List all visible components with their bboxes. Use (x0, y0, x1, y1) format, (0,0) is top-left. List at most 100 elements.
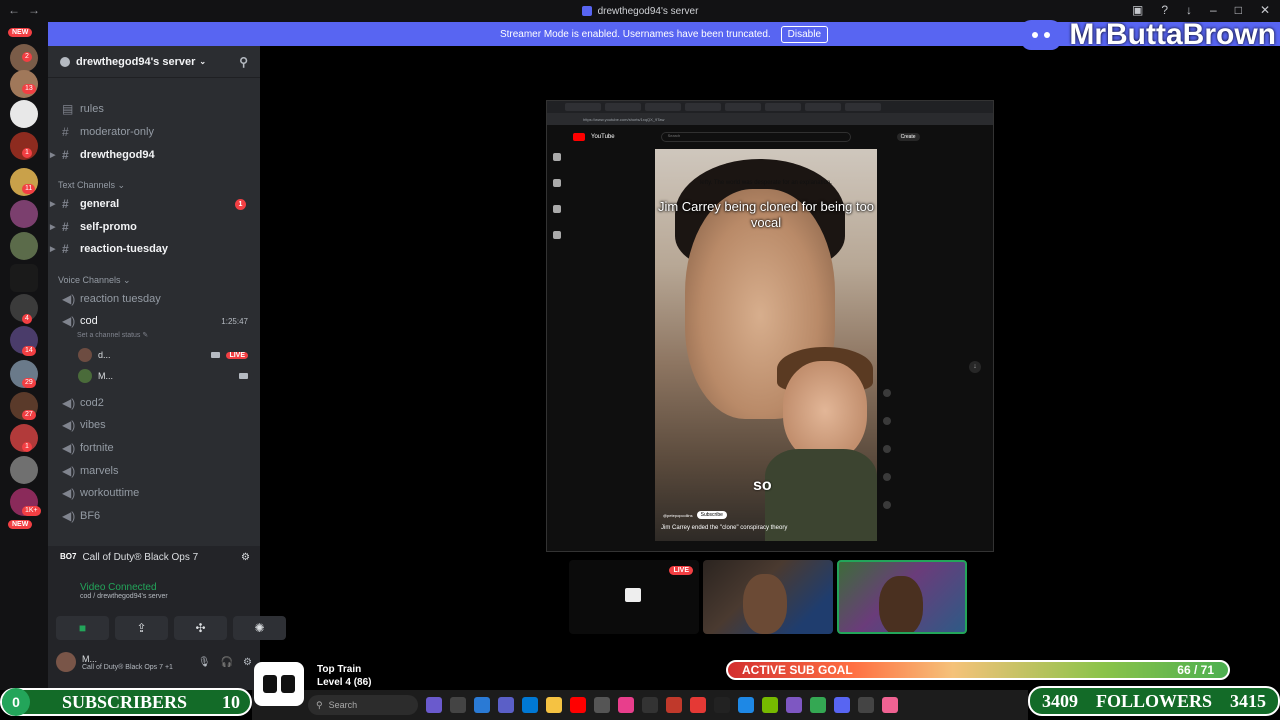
help-icon[interactable]: ? (1161, 3, 1168, 17)
avatar[interactable] (56, 652, 76, 672)
voice-status[interactable]: Video Connected (80, 582, 250, 593)
app-icon[interactable] (786, 697, 802, 713)
activity-icon[interactable]: ⚙ (241, 552, 250, 563)
subscriptions-icon[interactable] (553, 205, 561, 213)
followers-label: FOLLOWERS (1095, 690, 1213, 711)
shorts-icon[interactable] (553, 179, 561, 187)
app-icon[interactable] (690, 697, 706, 713)
app-icon[interactable] (882, 697, 898, 713)
channel-drewthegod94[interactable]: ▶ # drewthegod94 (50, 145, 252, 165)
download-icon[interactable]: ↓ (1186, 3, 1192, 17)
dislike-icon[interactable] (883, 417, 891, 425)
soundboard-button[interactable]: ✺ (233, 616, 286, 640)
you-icon[interactable] (553, 231, 561, 239)
voice-channel-marvels[interactable]: ◀) marvels (56, 461, 252, 481)
forward-arrow-icon[interactable]: → (28, 3, 40, 17)
webcam-tile[interactable] (703, 560, 833, 634)
app-icon[interactable] (474, 697, 490, 713)
app-icon[interactable] (618, 697, 634, 713)
voice-channel-bf6[interactable]: ◀) BF6 (56, 506, 252, 526)
brand-overlay: MrButtaBrown (1021, 18, 1276, 52)
share-icon[interactable] (883, 473, 891, 481)
channel-self-promo[interactable]: ▶ # self-promo (50, 217, 252, 237)
shorts-video[interactable]: lefty. The world was desperate for an ex… (655, 149, 877, 541)
server-header[interactable]: drewthegod94's server ⌄ ⚲ (48, 46, 260, 78)
app-icon[interactable] (498, 697, 514, 713)
invite-icon[interactable]: ⚲ (239, 55, 248, 69)
app-icon[interactable] (762, 697, 778, 713)
remix-icon[interactable] (883, 501, 891, 509)
comment-icon[interactable] (883, 445, 891, 453)
server-avatar[interactable] (10, 456, 38, 484)
browser-tab[interactable] (845, 103, 881, 111)
app-icon[interactable] (642, 697, 658, 713)
browser-tab[interactable] (685, 103, 721, 111)
voice-channel-workouttime[interactable]: ◀) workouttime (56, 483, 252, 503)
app-icon[interactable] (570, 697, 586, 713)
voice-channel-vibes[interactable]: ◀) vibes (56, 415, 252, 435)
microphone-icon[interactable]: 🎙 (198, 657, 211, 668)
activities-button[interactable]: ✣ (174, 616, 227, 640)
activity-row[interactable]: BO7 Call of Duty® Black Ops 7 ⚙ (60, 552, 250, 563)
youtube-search[interactable]: Search (660, 132, 851, 142)
like-icon[interactable] (883, 389, 891, 397)
voice-channel-cod[interactable]: ◀) cod 1:25:47 (56, 311, 252, 331)
create-button[interactable]: Create (896, 133, 920, 141)
app-icon[interactable] (738, 697, 754, 713)
channel-status[interactable]: Set a channel status ✎ (77, 331, 148, 339)
maximize-button[interactable]: □ (1235, 3, 1242, 17)
voice-location[interactable]: cod / drewthegod94's server (80, 593, 250, 600)
channel-handle[interactable]: @petepopcollins (663, 513, 693, 518)
app-icon[interactable] (426, 697, 442, 713)
app-icon[interactable] (450, 697, 466, 713)
voice-channel-fortnite[interactable]: ◀) fortnite (56, 438, 252, 458)
app-icon[interactable] (594, 697, 610, 713)
home-icon[interactable] (553, 153, 561, 161)
taskbar-search[interactable]: ⚲ Search (308, 695, 418, 715)
app-icon[interactable] (714, 697, 730, 713)
browser-tab[interactable] (605, 103, 641, 111)
address-bar[interactable]: https://www.youtube.com/shorts/1xqQX_9Ta… (547, 113, 993, 125)
channel-rules[interactable]: ▤ rules (56, 99, 252, 119)
browser-tab[interactable] (725, 103, 761, 111)
channel-moderator-only[interactable]: # moderator-only (56, 122, 252, 142)
minimize-button[interactable]: – (1210, 3, 1217, 17)
app-icon[interactable] (810, 697, 826, 713)
voice-member[interactable]: M... (78, 369, 248, 383)
voice-channel-cod2[interactable]: ◀) cod2 (56, 393, 252, 413)
browser-tab[interactable] (565, 103, 601, 111)
category-text-channels[interactable]: Text Channels ⌄ (58, 180, 125, 191)
screenshare-stream[interactable]: https://www.youtube.com/shorts/1xqQX_9Ta… (546, 100, 994, 552)
app-icon[interactable] (858, 697, 874, 713)
screenshare-button[interactable]: ⇪ (115, 616, 168, 640)
inbox-icon[interactable]: ▣ (1132, 3, 1143, 17)
server-avatar[interactable] (10, 264, 38, 292)
voice-channel-reaction-tuesday[interactable]: ◀) reaction tuesday (56, 289, 252, 309)
headphones-icon[interactable]: 🎧 (221, 657, 233, 668)
back-arrow-icon[interactable]: ← (8, 3, 20, 17)
app-icon[interactable] (666, 697, 682, 713)
server-avatar[interactable] (10, 100, 38, 128)
settings-icon[interactable]: ⚙ (243, 657, 252, 668)
subscribe-button[interactable]: Subscribe (696, 511, 727, 519)
speaker-icon: ◀) (62, 396, 76, 410)
browser-tab[interactable] (805, 103, 841, 111)
channel-general[interactable]: ▶ # general 1 (50, 194, 252, 214)
browser-tab[interactable] (765, 103, 801, 111)
disable-button[interactable]: Disable (780, 25, 829, 43)
app-icon[interactable] (546, 697, 562, 713)
screenshare-tile[interactable]: LIVE (569, 560, 699, 634)
app-icon[interactable] (834, 697, 850, 713)
server-badge: 1K+ (22, 506, 41, 516)
channel-reaction-tuesday[interactable]: ▶ # reaction-tuesday (50, 239, 252, 259)
app-icon[interactable] (522, 697, 538, 713)
close-button[interactable]: ✕ (1260, 3, 1270, 17)
browser-tab[interactable] (645, 103, 681, 111)
category-voice-channels[interactable]: Voice Channels ⌄ (58, 275, 131, 286)
server-avatar[interactable] (10, 232, 38, 260)
server-avatar[interactable] (10, 200, 38, 228)
webcam-tile[interactable] (837, 560, 967, 634)
next-short-icon[interactable]: ↓ (969, 361, 981, 373)
camera-button[interactable]: ■ (56, 616, 109, 640)
voice-member[interactable]: d... LIVE (78, 348, 248, 362)
